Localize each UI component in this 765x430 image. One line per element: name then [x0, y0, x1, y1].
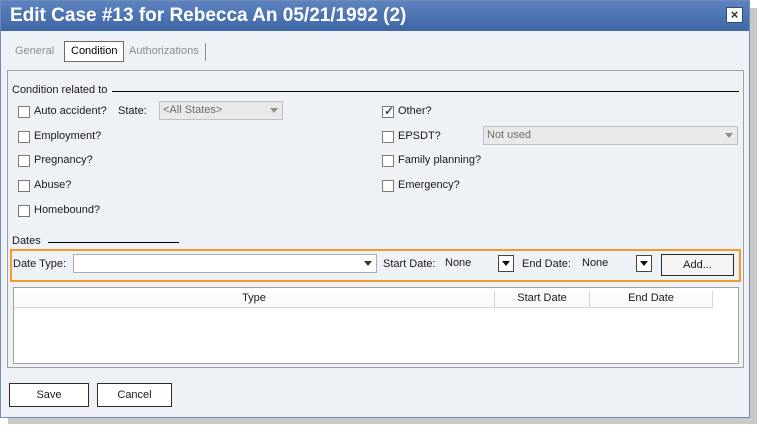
dates-grid[interactable]: Type Start Date End Date — [13, 287, 739, 364]
end-date-dropdown-button[interactable] — [636, 255, 652, 272]
emergency-checkbox[interactable] — [382, 180, 394, 192]
pregnancy-label: Pregnancy? — [34, 154, 93, 166]
epsdt-checkbox[interactable] — [382, 131, 394, 143]
homebound-label: Homebound? — [34, 204, 101, 216]
chevron-down-icon — [725, 133, 733, 138]
column-header-end-date[interactable]: End Date — [590, 291, 713, 307]
start-date-dropdown-button[interactable] — [498, 255, 514, 272]
family-planning-label: Family planning? — [398, 154, 482, 166]
auto-accident-checkbox[interactable] — [18, 106, 30, 118]
date-type-label: Date Type: — [13, 258, 66, 270]
dates-section-label: Dates — [12, 235, 41, 247]
other-label: Other? — [398, 105, 432, 117]
tab-divider — [205, 43, 206, 61]
state-select[interactable]: <All States> — [159, 101, 283, 120]
state-label: State: — [118, 105, 147, 117]
save-button[interactable]: Save — [9, 383, 89, 407]
abuse-label: Abuse? — [34, 179, 72, 191]
close-icon[interactable]: × — [726, 7, 743, 23]
emergency-label: Emergency? — [398, 179, 460, 191]
condition-section-rule — [112, 91, 739, 92]
cancel-button[interactable]: Cancel — [97, 383, 172, 407]
auto-accident-label: Auto accident? — [34, 105, 107, 117]
tab-condition[interactable]: Condition — [64, 41, 125, 62]
dates-grid-header: Type Start Date End Date — [14, 291, 713, 308]
tab-authorizations[interactable]: Authorizations — [123, 41, 205, 62]
date-type-select[interactable] — [73, 254, 377, 273]
condition-panel: Condition related to Auto accident? Stat… — [7, 70, 744, 368]
epsdt-label: EPSDT? — [398, 130, 441, 142]
dates-section-rule — [48, 242, 179, 243]
abuse-checkbox[interactable] — [18, 180, 30, 192]
end-date-label: End Date: — [522, 258, 571, 270]
pregnancy-checkbox[interactable] — [18, 155, 30, 167]
epsdt-value: Not used — [487, 129, 532, 141]
window-title: Edit Case #13 for Rebecca An 05/21/1992 … — [10, 5, 407, 26]
column-header-type[interactable]: Type — [14, 291, 495, 307]
chevron-down-icon — [270, 108, 278, 113]
column-header-start-date[interactable]: Start Date — [495, 291, 590, 307]
employment-label: Employment? — [34, 130, 102, 142]
other-checkbox[interactable] — [382, 104, 394, 118]
start-date-value[interactable]: None — [445, 257, 471, 269]
edit-case-dialog: Edit Case #13 for Rebecca An 05/21/1992 … — [0, 0, 750, 418]
end-date-value[interactable]: None — [582, 257, 608, 269]
employment-checkbox[interactable] — [18, 131, 30, 143]
family-planning-checkbox[interactable] — [382, 155, 394, 167]
chevron-down-icon — [364, 261, 372, 266]
epsdt-select[interactable]: Not used — [483, 126, 738, 145]
condition-section-label: Condition related to — [12, 84, 108, 96]
homebound-checkbox[interactable] — [18, 205, 30, 217]
start-date-label: Start Date: — [383, 258, 436, 270]
title-bar[interactable]: Edit Case #13 for Rebecca An 05/21/1992 … — [1, 1, 749, 31]
add-date-button[interactable]: Add... — [661, 254, 734, 276]
tab-general[interactable]: General — [9, 41, 60, 62]
chevron-down-icon — [640, 261, 648, 266]
chevron-down-icon — [502, 261, 510, 266]
state-value: <All States> — [163, 104, 223, 116]
